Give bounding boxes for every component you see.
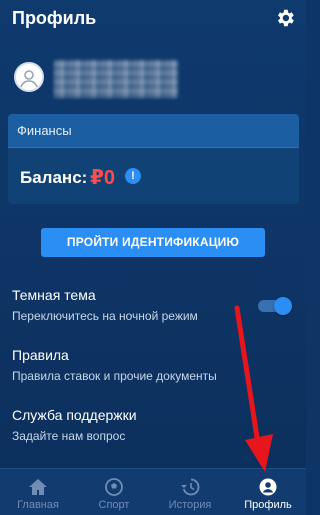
soccer-ball-icon [104, 478, 124, 496]
nav-profile-label: Профиль [244, 499, 292, 511]
finance-card: Финансы Баланс: ₽0 ! [8, 114, 299, 204]
balance-value: ₽0 [90, 167, 116, 189]
user-avatar-icon [14, 62, 44, 92]
support-title: Служба поддержки [12, 407, 137, 423]
finance-header: Финансы [8, 114, 299, 148]
dark-theme-title: Темная тема [12, 287, 96, 303]
balance-row: Баланс: ₽0 ! [8, 148, 299, 204]
app-header: Профиль [0, 0, 306, 40]
nav-history[interactable]: История [152, 469, 228, 515]
history-icon [180, 478, 200, 496]
balance-label: Баланс: [20, 168, 88, 187]
nav-profile[interactable]: Профиль [230, 469, 306, 515]
rules-subtitle: Правила ставок и прочие документы [12, 369, 217, 383]
nav-history-label: История [168, 499, 212, 511]
toggle-thumb [274, 297, 292, 315]
page-title: Профиль [12, 8, 97, 28]
rules-title: Правила [12, 347, 69, 363]
home-icon [28, 478, 48, 496]
nav-home[interactable]: Главная [0, 469, 76, 515]
info-icon[interactable]: ! [125, 168, 141, 184]
identify-button[interactable]: ПРОЙТИ ИДЕНТИФИКАЦИЮ [41, 228, 265, 257]
dark-theme-subtitle: Переключитесь на ночной режим [12, 309, 198, 323]
support-item[interactable]: Служба поддержки Задайте нам вопрос [0, 407, 306, 459]
nav-sport[interactable]: Спорт [76, 469, 152, 515]
gear-icon[interactable] [274, 7, 296, 29]
dark-theme-toggle[interactable] [258, 297, 292, 315]
bottom-nav: Главная Спорт История Профиль [0, 468, 306, 515]
rules-item[interactable]: Правила Правила ставок и прочие документ… [0, 347, 306, 399]
profile-row[interactable] [0, 50, 306, 106]
profile-icon [258, 478, 278, 496]
blurred-user-name [54, 60, 178, 98]
nav-home-label: Главная [17, 499, 59, 511]
support-subtitle: Задайте нам вопрос [12, 429, 126, 443]
dark-theme-item[interactable]: Темная тема Переключитесь на ночной режи… [0, 287, 306, 339]
nav-sport-label: Спорт [98, 499, 130, 511]
profile-screen: Профиль Финансы Баланс: ₽0 ! ПРОЙТИ ИДЕН… [0, 0, 306, 515]
